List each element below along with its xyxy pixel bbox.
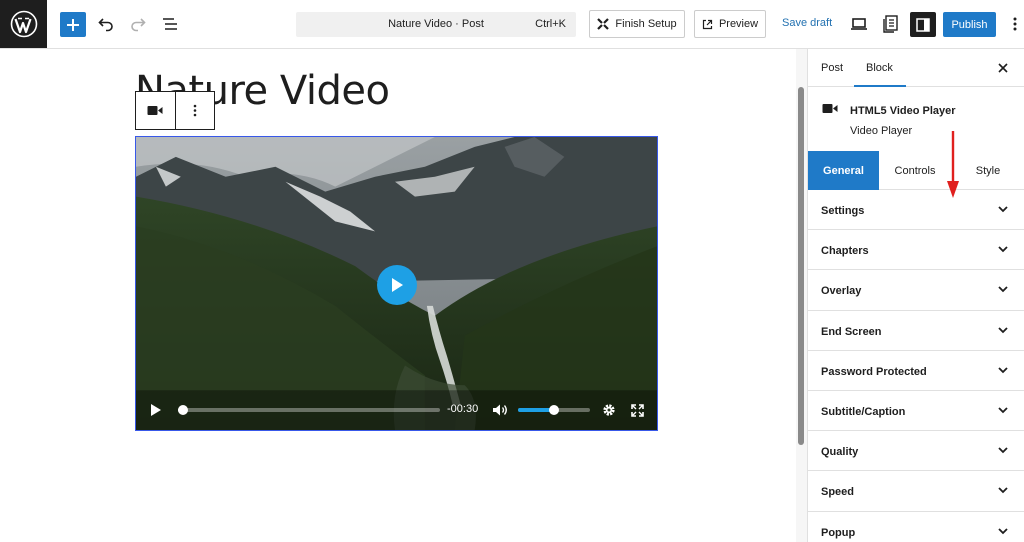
chevron-down-icon	[998, 527, 1008, 534]
undo-icon	[98, 18, 113, 32]
player-panel-tabs: General Controls Style	[808, 151, 1024, 190]
sidebar-icon	[916, 17, 930, 32]
video-camera-icon	[822, 104, 838, 113]
redo-button[interactable]	[126, 12, 150, 36]
view-device-button[interactable]	[847, 12, 871, 36]
chevron-down-icon	[998, 286, 1008, 293]
progress-bar[interactable]	[178, 405, 440, 415]
panel-section-label: Subtitle/Caption	[821, 405, 906, 418]
sidebar-tabs: Post Block	[808, 49, 1024, 87]
command-shortcut: Ctrl+K	[535, 18, 566, 30]
chevron-down-icon	[998, 326, 1008, 333]
document-title: Nature Video · Post	[388, 18, 484, 30]
panel-section[interactable]: Subtitle/Caption	[808, 391, 1024, 432]
video-player-block[interactable]: -00:30	[135, 136, 658, 431]
panel-section[interactable]: Speed	[808, 471, 1024, 512]
external-link-icon	[702, 19, 713, 29]
add-block-button[interactable]	[60, 12, 86, 37]
panel-section-label: Quality	[821, 446, 859, 459]
editor-scrollbar[interactable]	[796, 49, 807, 542]
scrollbar-thumb[interactable]	[798, 87, 804, 445]
settings-sidebar: Post Block HTML5 Video Player Video Play…	[807, 49, 1024, 542]
annotation-arrow-icon	[947, 131, 959, 198]
chevron-down-icon	[998, 447, 1008, 454]
panel-section-label: End Screen	[821, 325, 882, 338]
panel-section-label: Speed	[821, 486, 855, 499]
gear-icon	[603, 404, 615, 416]
chevron-down-icon	[998, 367, 1008, 374]
panel-section[interactable]: End Screen	[808, 311, 1024, 351]
close-icon	[998, 63, 1008, 73]
active-tab-indicator	[854, 85, 906, 87]
editor-canvas: Nature Video -00:30	[0, 49, 796, 542]
block-options-button[interactable]	[174, 92, 214, 129]
block-title: HTML5 Video Player	[850, 105, 956, 117]
play-button[interactable]	[148, 402, 164, 418]
panel-section[interactable]: Overlay	[808, 270, 1024, 311]
publish-button[interactable]: Publish	[943, 12, 996, 37]
play-icon	[151, 404, 161, 416]
settings-accordion: Settings Chapters Overlay End Screen Passwor…	[808, 190, 1024, 542]
volume-slider[interactable]	[518, 405, 590, 415]
panel-section[interactable]: Settings	[808, 190, 1024, 231]
finish-setup-label: Finish Setup	[615, 18, 677, 30]
panel-section[interactable]: Chapters	[808, 230, 1024, 271]
settings-sidebar-toggle[interactable]	[910, 12, 936, 37]
chevron-down-icon	[998, 206, 1008, 213]
play-overlay-button[interactable]	[377, 265, 417, 305]
block-type-button[interactable]	[136, 92, 175, 129]
block-description: Video Player	[850, 125, 913, 137]
preview-label: Preview	[718, 18, 759, 30]
panel-section-label: Chapters	[821, 245, 869, 258]
panel-section-label: Password Protected	[821, 365, 927, 378]
chevron-down-icon	[998, 487, 1008, 494]
wordpress-logo-icon[interactable]	[0, 0, 47, 48]
list-view-icon	[163, 18, 177, 30]
details-button[interactable]	[879, 12, 903, 36]
save-draft-button[interactable]: Save draft	[782, 17, 832, 29]
panel-section-label: Overlay	[821, 285, 862, 298]
chevron-down-icon	[998, 407, 1008, 414]
preview-button[interactable]: Preview	[694, 10, 766, 38]
more-vertical-icon	[193, 104, 197, 117]
options-menu-button[interactable]	[1005, 12, 1024, 36]
tab-general[interactable]: General	[808, 151, 879, 190]
redo-icon	[131, 18, 146, 32]
tab-post[interactable]: Post	[821, 62, 843, 74]
tab-style[interactable]: Style	[951, 151, 1024, 190]
tab-block[interactable]: Block	[866, 62, 893, 74]
more-vertical-icon	[1013, 17, 1017, 31]
fullscreen-button[interactable]	[629, 402, 645, 418]
volume-handle[interactable]	[549, 405, 559, 415]
setup-icon	[597, 18, 610, 30]
editor-header: Nature Video · Post Ctrl+K Finish Setup …	[0, 0, 1024, 49]
panel-section-label: Popup	[821, 526, 856, 539]
close-settings-button[interactable]	[995, 60, 1011, 76]
chevron-down-icon	[998, 246, 1008, 253]
volume-button[interactable]	[492, 402, 508, 418]
tab-controls[interactable]: Controls	[879, 151, 951, 190]
volume-icon	[493, 404, 507, 416]
command-palette-bar[interactable]: Nature Video · Post Ctrl+K	[296, 12, 576, 37]
panel-section-label: Settings	[821, 205, 865, 217]
finish-setup-button[interactable]: Finish Setup	[589, 10, 685, 38]
video-camera-icon	[147, 106, 163, 115]
play-icon	[392, 278, 403, 292]
progress-handle[interactable]	[178, 405, 188, 415]
block-toolbar	[135, 91, 215, 130]
panel-section[interactable]: Quality	[808, 431, 1024, 472]
panel-section[interactable]: Password Protected	[808, 351, 1024, 391]
player-settings-button[interactable]	[601, 402, 617, 418]
block-card: HTML5 Video Player Video Player	[808, 99, 1024, 144]
document-overview-button[interactable]	[158, 12, 182, 36]
desktop-icon	[851, 18, 867, 30]
fullscreen-icon	[630, 403, 644, 417]
document-icon	[883, 15, 898, 33]
plus-icon	[67, 18, 79, 31]
time-remaining: -00:30	[447, 403, 479, 415]
panel-section[interactable]: Popup	[808, 512, 1024, 542]
undo-button[interactable]	[94, 12, 118, 36]
